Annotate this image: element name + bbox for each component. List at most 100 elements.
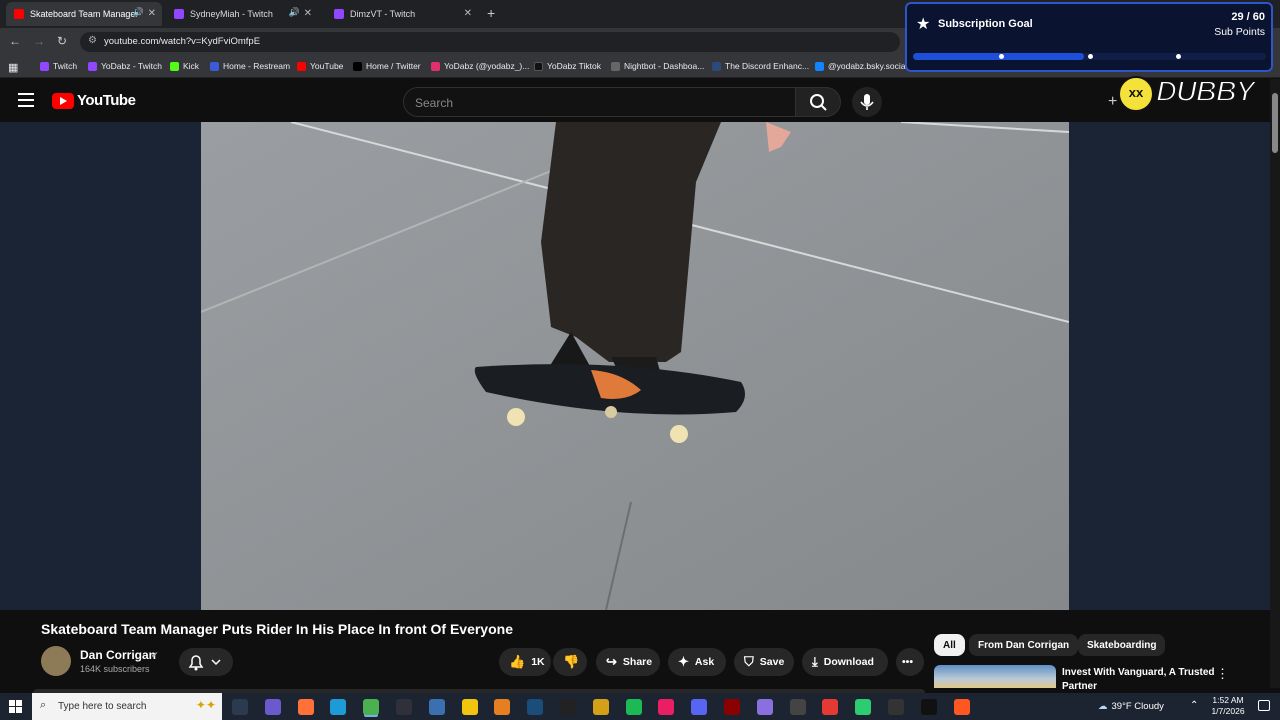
- back-icon[interactable]: ←: [9, 34, 21, 48]
- copilot-icon[interactable]: [265, 699, 281, 715]
- video-player[interactable]: [0, 122, 1270, 610]
- subscription-goal-widget: ★ Subscription Goal 29 / 60 Sub Points: [905, 2, 1273, 72]
- like-button[interactable]: 👍 1K: [499, 648, 551, 676]
- bookmark-item[interactable]: The Discord Enhanc...: [712, 61, 809, 71]
- show-hidden-icons-icon[interactable]: ⌃: [1190, 700, 1198, 711]
- page-scrollbar[interactable]: [1270, 79, 1280, 688]
- app-feather-icon[interactable]: [757, 699, 773, 715]
- cloud-icon: ☁: [1098, 701, 1108, 712]
- app-dark-red-icon[interactable]: [724, 699, 740, 715]
- sparkle-icon: ✦: [678, 654, 689, 669]
- video-title: Skateboard Team Manager Puts Rider In Hi…: [41, 621, 513, 637]
- bookmark-item[interactable]: YoDabz (@yodabz_)...: [431, 61, 529, 71]
- epic-icon[interactable]: [560, 699, 576, 715]
- notification-bell-button[interactable]: [179, 648, 233, 676]
- edge-icon[interactable]: [330, 699, 346, 715]
- channel-name[interactable]: Dan Corrigan: [80, 648, 156, 662]
- reload-icon[interactable]: ↻: [57, 34, 67, 48]
- download-label: Download: [823, 656, 874, 668]
- discord-enhancer-icon: [712, 61, 721, 71]
- download-button[interactable]: ⤓ Download: [802, 648, 888, 676]
- clock-date: 1/7/2026: [1211, 706, 1245, 716]
- bookmark-item[interactable]: @yodabz.bsky.socia...: [815, 61, 913, 71]
- channel-avatar[interactable]: [41, 646, 71, 676]
- search-button[interactable]: [795, 87, 841, 117]
- chrome-icon[interactable]: [363, 699, 379, 715]
- bookmark-item[interactable]: YoDabz - Twitch: [88, 61, 162, 71]
- dislike-button[interactable]: 👎: [553, 648, 587, 676]
- ad-thumbnail[interactable]: [934, 665, 1056, 688]
- create-button[interactable]: +: [1108, 93, 1117, 111]
- ad-title[interactable]: Invest With Vanguard, A Trusted Partner: [1062, 666, 1217, 694]
- ask-button[interactable]: ✦ Ask: [668, 648, 726, 676]
- app-orange-icon[interactable]: [954, 699, 970, 715]
- twitch-icon: [88, 61, 97, 71]
- twitch-icon: [40, 61, 49, 71]
- app-ring-icon[interactable]: [888, 699, 904, 715]
- chip-all[interactable]: All: [934, 634, 965, 656]
- bookmark-item[interactable]: Kick: [170, 61, 199, 71]
- bluesky-icon: [815, 61, 824, 71]
- spotify-icon[interactable]: [626, 699, 642, 715]
- close-tab-icon[interactable]: ✕: [304, 8, 312, 19]
- bookmark-item[interactable]: Home / Twitter: [353, 61, 421, 71]
- x-icon: [353, 61, 362, 71]
- tiktok-icon[interactable]: [921, 699, 937, 715]
- app-aim-icon[interactable]: [822, 699, 838, 715]
- browser-tab-sydneymiah[interactable]: SydneyMiah - Twitch 🔊 ✕: [166, 2, 318, 26]
- scrollbar-thumb[interactable]: [1272, 93, 1278, 153]
- voice-search-button[interactable]: [852, 87, 882, 117]
- bookmark-item[interactable]: YouTube: [297, 61, 343, 71]
- settings-icon[interactable]: [790, 699, 806, 715]
- video-content: [201, 122, 1069, 610]
- browser-tab-dimzvt[interactable]: DimzVT - Twitch ✕: [326, 2, 478, 26]
- steam-icon[interactable]: [527, 699, 543, 715]
- discord-icon[interactable]: [691, 699, 707, 715]
- forward-icon[interactable]: →: [33, 34, 45, 48]
- file-explorer-icon[interactable]: [462, 699, 478, 715]
- save-button[interactable]: ⛉ Save: [734, 648, 794, 676]
- app-red-icon[interactable]: [658, 699, 674, 715]
- firefox-icon[interactable]: [298, 699, 314, 715]
- site-info-icon[interactable]: ⚙: [88, 35, 97, 46]
- new-tab-button[interactable]: +: [487, 5, 495, 21]
- goal-title: Subscription Goal: [938, 18, 1033, 30]
- windows-start-icon[interactable]: [9, 700, 22, 713]
- logo-text: YouTube: [77, 92, 136, 109]
- search-icon: [810, 94, 827, 111]
- more-vertical-icon[interactable]: ⋮: [1216, 666, 1229, 682]
- subscriber-count: 164K subscribers: [80, 664, 150, 674]
- bookmark-item[interactable]: Nightbot - Dashboa...: [611, 61, 704, 71]
- tab-title: SydneyMiah - Twitch: [190, 9, 273, 19]
- app-a-icon[interactable]: [494, 699, 510, 715]
- taskbar-search-input[interactable]: ⌕ Type here to search ✦✦: [32, 693, 222, 720]
- chip-from-channel[interactable]: From Dan Corrigan: [969, 634, 1079, 656]
- notification-center-icon[interactable]: [1258, 700, 1270, 711]
- app-green-icon[interactable]: [855, 699, 871, 715]
- youtube-logo[interactable]: YouTube: [52, 92, 136, 109]
- app-spiral-icon[interactable]: [429, 699, 445, 715]
- bookmark-item[interactable]: YoDabz Tiktok: [534, 61, 601, 71]
- bookmark-item[interactable]: Twitch: [40, 61, 77, 71]
- share-button[interactable]: ↪ Share: [596, 648, 660, 676]
- bookmark-item[interactable]: Home - Restream: [210, 61, 290, 71]
- search-input[interactable]: Search: [403, 87, 796, 117]
- chip-skateboarding[interactable]: Skateboarding: [1078, 634, 1166, 656]
- video-frame[interactable]: [201, 122, 1069, 610]
- menu-icon[interactable]: [18, 93, 34, 107]
- obs-icon[interactable]: [396, 699, 412, 715]
- browser-tab-youtube[interactable]: Skateboard Team Manager 🔊 ✕: [6, 2, 162, 26]
- taskbar-clock[interactable]: 1:52 AM 1/7/2026: [1206, 695, 1250, 717]
- task-view-icon[interactable]: [232, 699, 248, 715]
- close-tab-icon[interactable]: ✕: [148, 8, 156, 19]
- close-tab-icon[interactable]: ✕: [464, 8, 472, 19]
- speaker-icon[interactable]: 🔊: [133, 7, 144, 18]
- app-yellow-icon[interactable]: [593, 699, 609, 715]
- goal-marker: [1088, 54, 1093, 59]
- address-bar[interactable]: ⚙ youtube.com/watch?v=KydFviOmfpE: [80, 32, 900, 52]
- apps-grid-icon[interactable]: ▦: [8, 61, 18, 74]
- speaker-icon[interactable]: 🔊: [289, 7, 300, 18]
- more-actions-button[interactable]: •••: [896, 648, 924, 676]
- weather-widget[interactable]: ☁ 39°F Cloudy: [1098, 701, 1164, 712]
- tiktok-icon: [534, 61, 543, 71]
